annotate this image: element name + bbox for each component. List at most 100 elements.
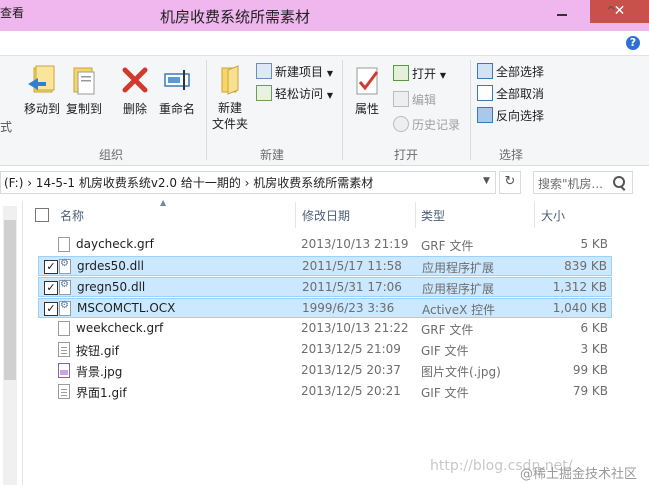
search-placeholder: 搜索"机房... bbox=[538, 177, 603, 191]
properties-button[interactable]: 属性 bbox=[349, 64, 385, 117]
easy-access-label: 轻松访问 bbox=[275, 87, 324, 101]
file-modified: 2011/5/31 17:06 bbox=[302, 280, 402, 294]
file-modified: 2013/12/5 20:21 bbox=[301, 384, 401, 398]
new-item-icon bbox=[256, 63, 272, 79]
select-none-button[interactable]: 全部取消 bbox=[477, 85, 544, 103]
close-button[interactable]: ✕ bbox=[590, 0, 649, 23]
refresh-button[interactable]: ↻ bbox=[499, 171, 521, 194]
file-type: ActiveX 控件 bbox=[422, 303, 496, 317]
easy-access-icon bbox=[256, 85, 272, 101]
file-name: 界面1.gif bbox=[76, 386, 127, 400]
file-type: 应用程序扩展 bbox=[422, 261, 495, 275]
row-checkbox[interactable]: ✓ bbox=[44, 281, 58, 295]
vertical-scrollbar[interactable] bbox=[632, 201, 649, 485]
new-folder-button[interactable]: 新建 文件夹 bbox=[210, 64, 250, 132]
minimize-button[interactable] bbox=[557, 14, 567, 16]
column-header-size[interactable]: 大小 bbox=[541, 206, 565, 226]
group-label-open: 打开 bbox=[394, 148, 419, 162]
help-icon[interactable]: ? bbox=[626, 36, 640, 50]
file-row[interactable]: 背景.jpg 2013/12/5 20:37 图片文件(.jpg) 99 KB bbox=[38, 361, 612, 381]
column-divider[interactable] bbox=[415, 202, 416, 228]
file-row[interactable]: daycheck.grf 2013/10/13 21:19 GRF 文件 5 KB bbox=[38, 235, 612, 255]
move-to-label: 移动到 bbox=[23, 102, 60, 116]
select-all-label: 全部选择 bbox=[496, 65, 545, 79]
select-all-button[interactable]: 全部选择 bbox=[477, 63, 544, 81]
chevron-down-icon: ▼ bbox=[326, 69, 333, 78]
ribbon-cut-label: 式 bbox=[0, 120, 13, 134]
ribbon-collapse-button[interactable]: ^ bbox=[606, 4, 616, 18]
file-name: weekcheck.grf bbox=[76, 321, 164, 335]
rename-button[interactable]: 重命名 bbox=[156, 64, 198, 117]
copy-to-button[interactable]: 复制到 bbox=[64, 64, 104, 117]
file-size: 6 KB bbox=[580, 321, 608, 335]
history-button[interactable]: 历史记录 bbox=[393, 116, 460, 134]
new-item-button[interactable]: 新建项目 ▼ bbox=[256, 63, 333, 81]
file-name: grdes50.dll bbox=[77, 259, 144, 273]
delete-x-icon bbox=[122, 67, 148, 93]
file-size: 99 KB bbox=[572, 363, 608, 377]
file-size: 79 KB bbox=[572, 384, 608, 398]
gif-file-icon bbox=[58, 342, 70, 357]
open-label: 打开 bbox=[412, 67, 437, 81]
file-icon bbox=[58, 321, 70, 336]
column-divider[interactable] bbox=[534, 202, 535, 228]
file-type: GIF 文件 bbox=[421, 344, 469, 358]
file-size: 839 KB bbox=[564, 259, 607, 273]
delete-label: 删除 bbox=[122, 102, 147, 116]
invert-selection-button[interactable]: 反向选择 bbox=[477, 107, 544, 125]
dll-file-icon bbox=[59, 300, 71, 316]
delete-button[interactable]: 删除 bbox=[117, 64, 153, 117]
file-size: 1,312 KB bbox=[552, 280, 607, 294]
nav-scrollbar-thumb[interactable] bbox=[4, 220, 16, 380]
search-icon[interactable] bbox=[613, 176, 625, 188]
file-size: 3 KB bbox=[580, 342, 608, 356]
file-row[interactable]: ✓ grdes50.dll 2011/5/17 11:58 应用程序扩展 839 KB bbox=[38, 256, 612, 276]
file-row[interactable]: weekcheck.grf 2013/10/13 21:22 GRF 文件 6 KB bbox=[38, 319, 612, 339]
history-label: 历史记录 bbox=[412, 118, 461, 132]
file-size: 5 KB bbox=[580, 237, 608, 251]
properties-label: 属性 bbox=[354, 102, 379, 116]
file-modified: 2013/10/13 21:19 bbox=[301, 237, 409, 251]
row-checkbox[interactable]: ✓ bbox=[44, 260, 58, 274]
file-type: GRF 文件 bbox=[421, 323, 474, 337]
open-icon bbox=[393, 65, 409, 81]
dll-file-icon bbox=[59, 258, 71, 274]
sort-ascending-icon: ▲ bbox=[160, 198, 167, 207]
tab-view[interactable]: 查看 bbox=[0, 4, 24, 21]
column-header-type[interactable]: 类型 bbox=[421, 206, 445, 226]
file-type: GIF 文件 bbox=[421, 386, 469, 400]
history-icon bbox=[393, 116, 409, 132]
select-all-checkbox[interactable] bbox=[35, 208, 49, 222]
file-modified: 1999/6/23 3:36 bbox=[302, 301, 395, 315]
watermark-community: @稀土掘金技术社区 bbox=[520, 467, 638, 482]
file-modified: 2013/10/13 21:22 bbox=[301, 321, 409, 335]
file-row[interactable]: 按钮.gif 2013/12/5 21:09 GIF 文件 3 KB bbox=[38, 340, 612, 360]
group-label-organize: 组织 bbox=[99, 148, 124, 162]
ribbon-separator bbox=[342, 60, 343, 160]
row-checkbox[interactable]: ✓ bbox=[44, 302, 58, 316]
column-header-modified[interactable]: 修改日期 bbox=[302, 206, 350, 226]
move-to-button[interactable]: 移动到 bbox=[22, 64, 62, 117]
file-size: 1,040 KB bbox=[552, 301, 607, 315]
address-dropdown-icon[interactable]: ▼ bbox=[483, 176, 490, 186]
image-file-icon bbox=[58, 363, 70, 378]
dll-file-icon bbox=[59, 279, 71, 295]
edit-button[interactable]: 编辑 bbox=[393, 91, 436, 109]
file-row[interactable]: ✓ gregn50.dll 2011/5/31 17:06 应用程序扩展 1,312 K… bbox=[38, 277, 612, 297]
edit-label: 编辑 bbox=[412, 93, 437, 107]
file-row[interactable]: ✓ MSCOMCTL.OCX 1999/6/23 3:36 ActiveX 控件 1,0… bbox=[38, 298, 612, 318]
file-modified: 2013/12/5 20:37 bbox=[301, 363, 401, 377]
select-all-icon bbox=[477, 63, 493, 79]
open-button[interactable]: 打开 ▼ bbox=[393, 65, 446, 83]
file-row[interactable]: 界面1.gif 2013/12/5 20:21 GIF 文件 79 KB bbox=[38, 382, 612, 402]
ribbon-separator bbox=[470, 60, 471, 160]
copy-to-label: 复制到 bbox=[65, 102, 102, 116]
move-to-icon bbox=[28, 65, 55, 93]
column-divider[interactable] bbox=[295, 202, 296, 228]
file-name: 背景.jpg bbox=[76, 365, 123, 379]
select-none-label: 全部取消 bbox=[496, 87, 545, 101]
address-path[interactable]: (F:) › 14-5-1 机房收费系统v2.0 给十一期的 › 机房收费系统所… bbox=[4, 174, 373, 191]
easy-access-button[interactable]: 轻松访问 ▼ bbox=[256, 85, 333, 103]
chevron-down-icon: ▼ bbox=[439, 71, 446, 80]
column-header-name[interactable]: 名称 bbox=[60, 206, 84, 226]
